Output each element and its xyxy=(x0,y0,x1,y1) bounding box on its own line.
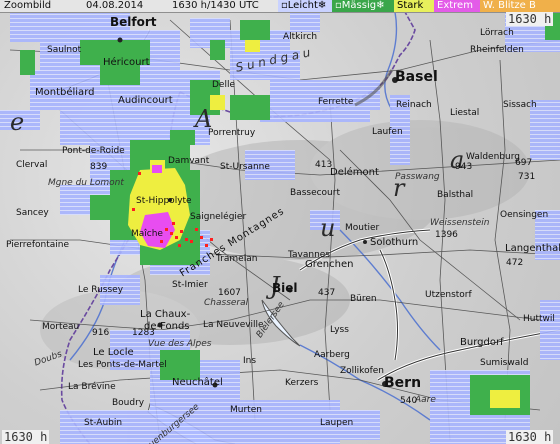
place-st-imier: St-Imier xyxy=(172,280,208,290)
elevation-label: 943 xyxy=(455,162,473,172)
place-maiche: Maîche xyxy=(131,229,163,239)
elevation-label: 413 xyxy=(315,160,333,170)
elevation-label: 472 xyxy=(506,258,524,268)
place-laupen: Laupen xyxy=(320,418,354,428)
date-label: 04.08.2014 xyxy=(86,0,144,11)
snowflake-icon: ❄ xyxy=(317,0,327,11)
place-basel: Basel xyxy=(395,69,438,85)
place-sumiswald: Sumiswald xyxy=(480,358,529,368)
place-mgne-lomont: Mgne du Lomont xyxy=(48,178,124,188)
snowflake-icon: ▫ xyxy=(335,0,342,11)
place-grenchen: Grenchen xyxy=(305,259,354,270)
place-st-hippolyte: St-Hippolyte xyxy=(136,196,192,206)
place-altkirch: Altkirch xyxy=(283,32,318,42)
place-aarberg: Aarberg xyxy=(314,350,350,360)
place-saulnot: Saulnot xyxy=(47,45,82,55)
elevation-label: 1396 xyxy=(435,230,458,240)
place-montbeliard: Montbéliard xyxy=(35,87,95,98)
place-la-brevine: La Brévine xyxy=(68,382,116,392)
legend-extrem: Extrem xyxy=(434,0,486,12)
place-saignelegier: Saignelégier xyxy=(190,212,247,222)
place-lorrach: Lörrach xyxy=(480,28,514,38)
place-lyss: Lyss xyxy=(330,325,349,335)
region-letter: e xyxy=(10,108,25,136)
river-aare: Aare xyxy=(415,395,436,405)
place-utzenstorf: Utzenstorf xyxy=(425,290,472,300)
place-kerzers: Kerzers xyxy=(285,378,319,388)
legend-massig: ▫Mässig❄ xyxy=(332,0,400,12)
place-hericourt: Héricourt xyxy=(103,57,150,68)
place-reinach: Reinach xyxy=(396,100,432,110)
map-header: Zoombild 04.08.2014 1630 h/1430 UTC ▫Lei… xyxy=(0,0,560,13)
place-la-neuveville: La Neuveville xyxy=(203,320,264,330)
place-porrentruy: Porrentruy xyxy=(208,128,256,138)
place-murten: Murten xyxy=(230,405,262,415)
place-sissach: Sissach xyxy=(503,100,537,110)
place-oensingen: Oensingen xyxy=(500,210,549,220)
time-label-bottom-left: 1630 h xyxy=(2,430,50,444)
region-letter: u xyxy=(320,214,336,242)
place-moutier: Moutier xyxy=(345,223,380,233)
elevation-label: 1283 xyxy=(132,328,155,338)
elevation-label: 731 xyxy=(518,172,536,182)
elevation-label: 540 xyxy=(400,396,418,406)
place-neuchatel: Neuchâtel xyxy=(172,377,223,388)
place-pierrefontaine: Pierrefontaine xyxy=(6,240,70,250)
place-st-ursanne: St-Ursanne xyxy=(220,162,270,172)
place-la-chaux: La Chaux- xyxy=(140,309,191,320)
place-clerval: Clerval xyxy=(16,160,48,170)
place-st-aubin: St-Aubin xyxy=(84,418,123,428)
mode-label: Zoombild xyxy=(4,0,52,11)
place-rheinfelden: Rheinfelden xyxy=(470,45,524,55)
place-burgdorf: Burgdorf xyxy=(460,337,504,348)
elevation-label: 839 xyxy=(90,162,108,172)
place-buren: Büren xyxy=(350,294,377,304)
place-le-russey: Le Russey xyxy=(78,285,124,295)
elevation-label: 916 xyxy=(92,328,110,338)
place-huttwil: Huttwil xyxy=(523,314,555,324)
legend-blitze: W. Blitze B xyxy=(480,0,560,12)
legend-leicht: ▫Leicht❄ xyxy=(278,0,338,12)
place-chasseral: Chasseral xyxy=(204,298,249,308)
time-label-bottom-right: 1630 h xyxy=(506,430,554,444)
elevation-label: 697 xyxy=(515,158,533,168)
place-les-ponts: Les Ponts-de-Martel xyxy=(78,360,167,370)
place-belfort: Belfort xyxy=(110,15,157,29)
place-balsthal: Balsthal xyxy=(437,190,474,200)
time-label: 1630 h/1430 UTC xyxy=(172,0,259,11)
place-damvant: Damvant xyxy=(168,156,210,166)
place-sancey: Sancey xyxy=(16,208,49,218)
place-langenthal: Langenthal xyxy=(505,243,560,254)
place-bern: Bern xyxy=(384,375,422,391)
place-audincourt: Audincourt xyxy=(118,95,173,106)
elevation-label: 1607 xyxy=(218,288,241,298)
place-le-locle: Le Locle xyxy=(93,347,134,358)
weather-radar-map: Zoombild 04.08.2014 1630 h/1430 UTC ▫Lei… xyxy=(0,0,560,444)
time-label-top-right: 1630 h xyxy=(506,12,554,26)
snowflake-icon: ▫ xyxy=(281,0,288,11)
place-delemont: Delémont xyxy=(330,167,379,178)
elevation-label: 437 xyxy=(318,288,336,298)
snowflake-icon: ❄ xyxy=(376,0,385,11)
place-waldenburg: Waldenburg xyxy=(466,152,520,162)
place-zollikofen: Zollikofen xyxy=(340,366,384,376)
place-biel: Biel xyxy=(272,281,298,295)
place-bassecourt: Bassecourt xyxy=(290,188,340,198)
place-boudry: Boudry xyxy=(112,398,145,408)
place-vue-des-alpes: Vue des Alpes xyxy=(148,339,212,349)
place-pont-de-roide: Pont-de-Roide xyxy=(62,146,125,156)
place-delle: Delle xyxy=(212,80,236,90)
place-weissenstein: Weissenstein xyxy=(430,218,490,228)
place-solothurn: Solothurn xyxy=(370,237,419,248)
place-ferrette: Ferrette xyxy=(318,97,354,107)
place-morteau: Morteau xyxy=(42,322,80,332)
place-laufen: Laufen xyxy=(372,127,403,137)
place-tramelan: Tramelan xyxy=(216,254,258,264)
place-liestal: Liestal xyxy=(450,108,480,118)
place-ins: Ins xyxy=(243,356,257,366)
place-passwang: Passwang xyxy=(395,172,440,182)
